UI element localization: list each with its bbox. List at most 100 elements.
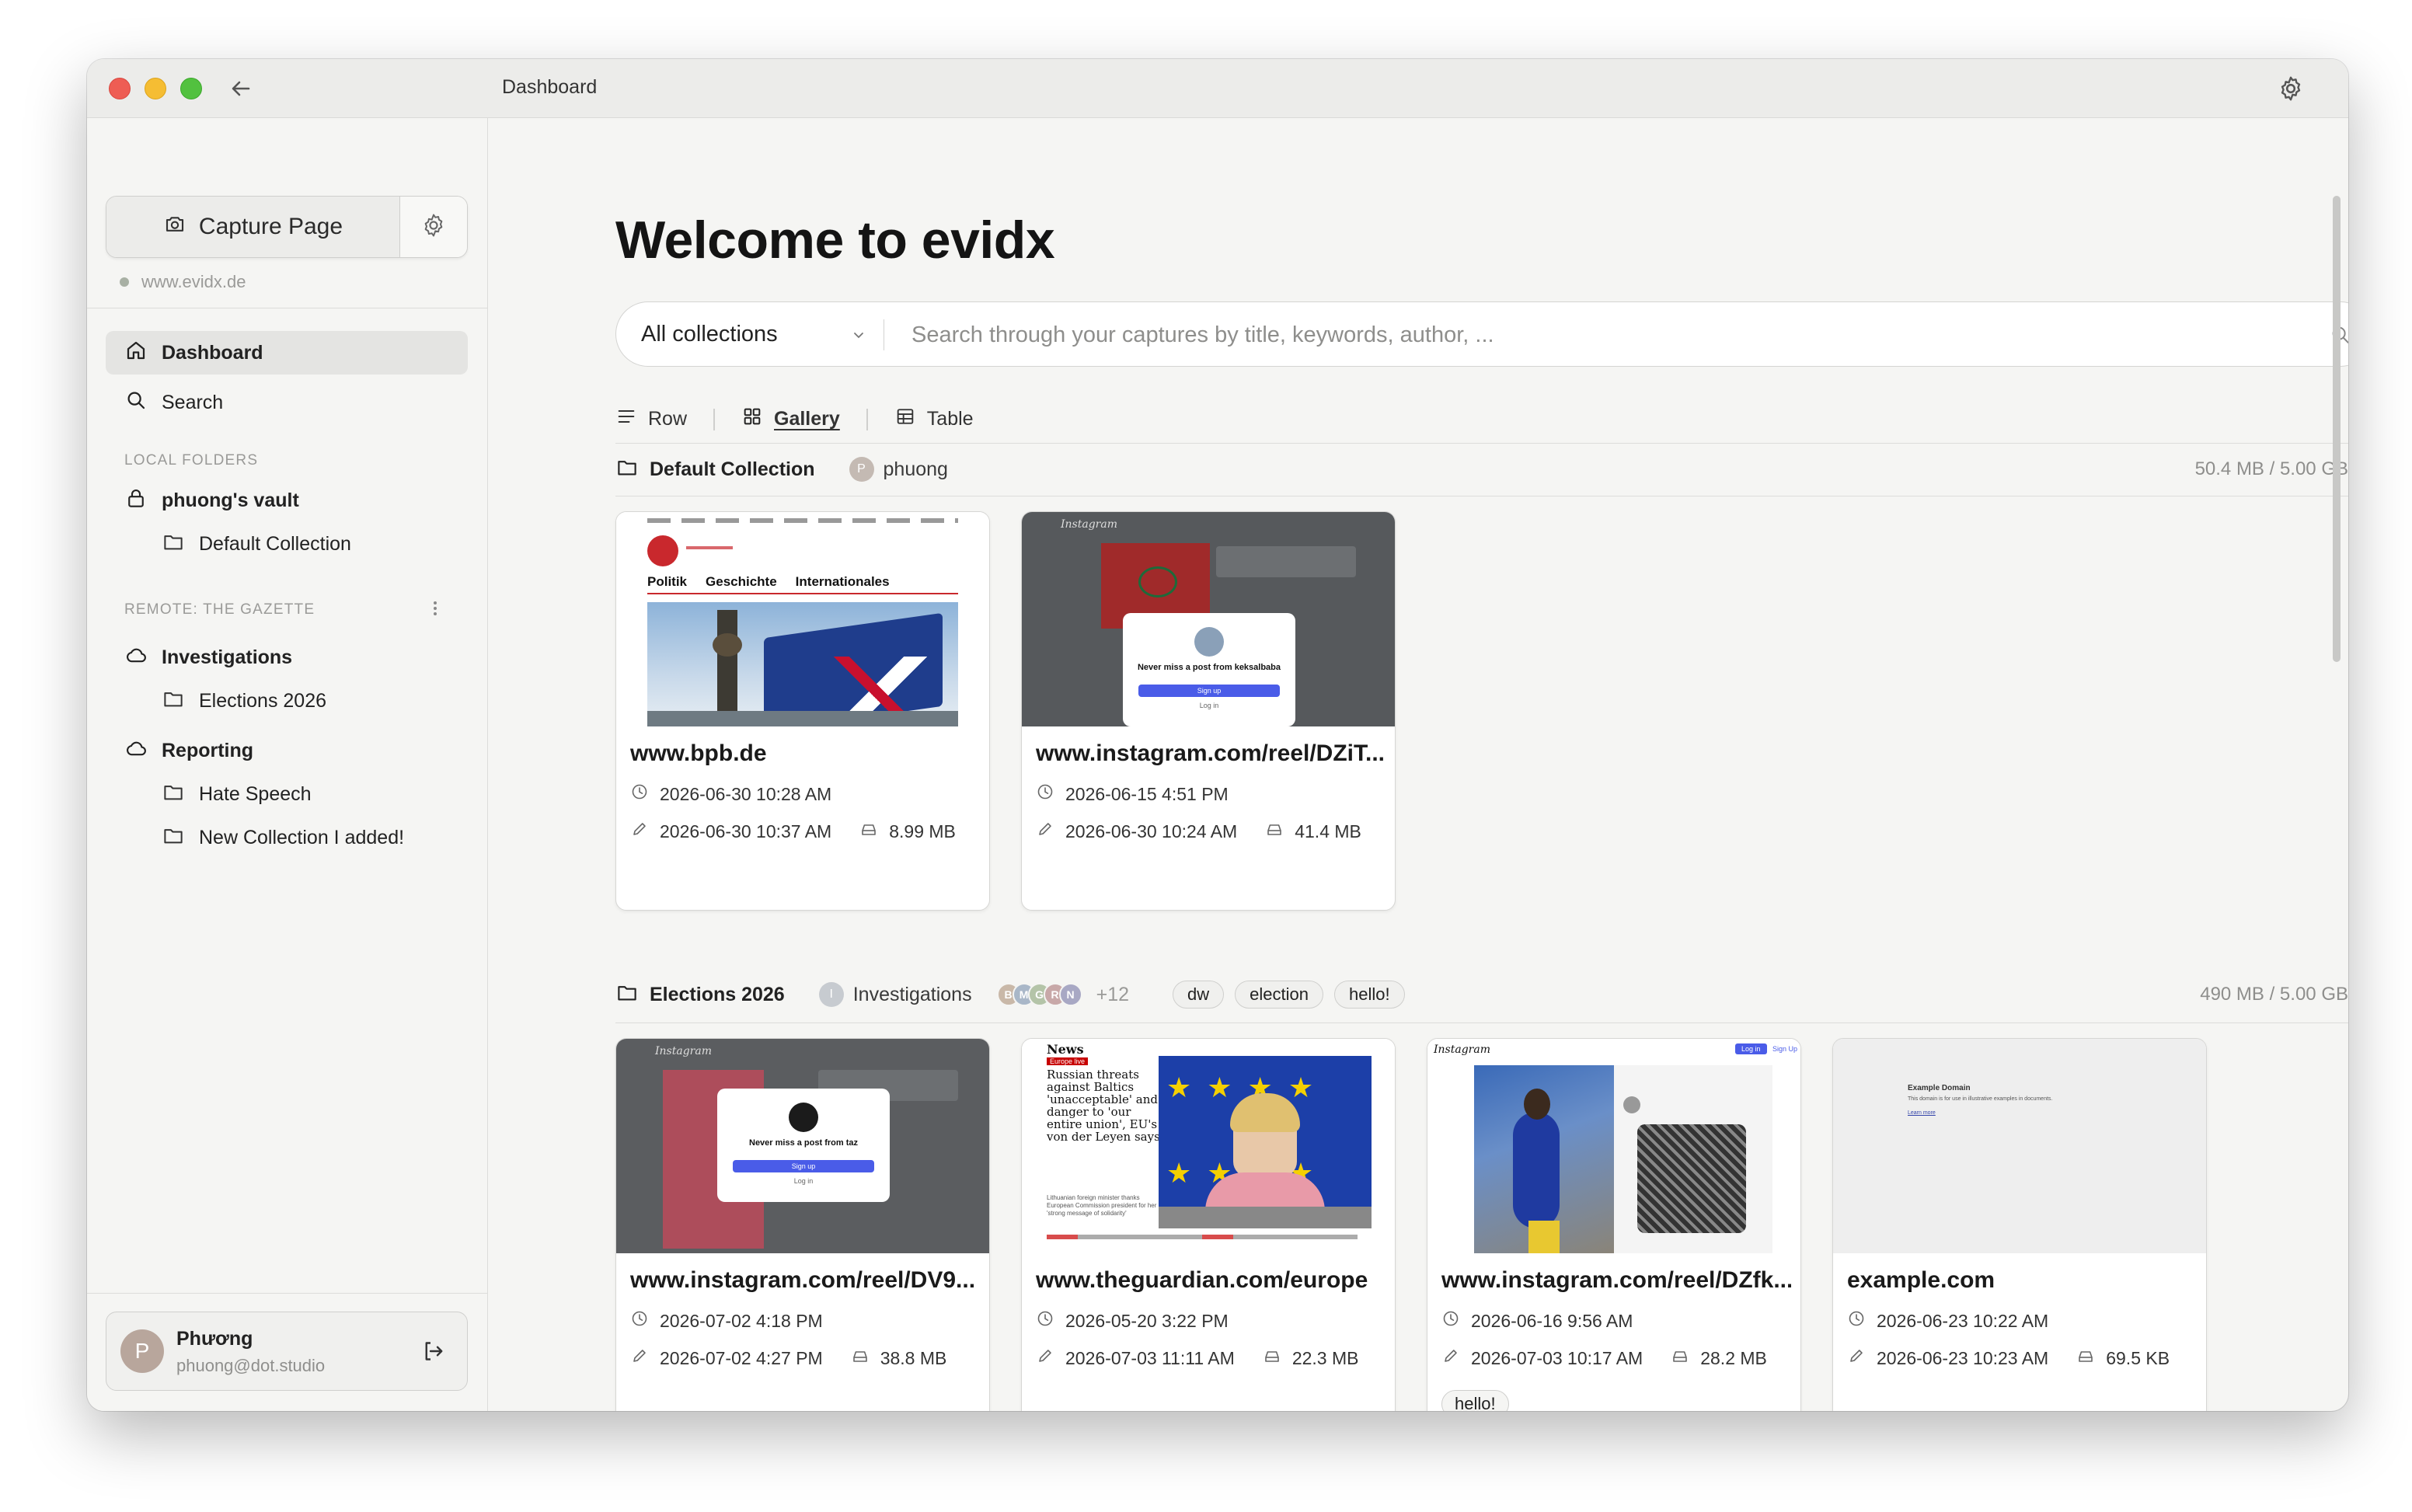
capture-group: Capture Page	[106, 196, 468, 258]
drive-icon	[859, 820, 878, 843]
scrollbar-thumb[interactable]	[2333, 196, 2341, 662]
settings-gear-icon[interactable]	[2277, 75, 2305, 103]
capture-page-label: Capture Page	[198, 214, 343, 239]
minimize-window-button[interactable]	[145, 78, 166, 99]
pencil-icon	[630, 1347, 649, 1370]
remote-reporting[interactable]: Reporting	[124, 737, 253, 765]
nav-dashboard[interactable]: Dashboard	[106, 331, 468, 375]
edited-time: 2026-06-30 10:37 AM 8.99 MB	[630, 820, 956, 843]
back-arrow-icon[interactable]	[227, 75, 255, 103]
thumb-section: News	[1047, 1042, 1084, 1057]
avatar: N	[1058, 983, 1082, 1006]
thumb-nav-item: Geschichte	[706, 574, 777, 589]
modal-prompt: Never miss a post from taz	[749, 1138, 858, 1148]
storage-usage: 50.4 MB / 5.00 GB	[2194, 458, 2348, 479]
avatar: P	[120, 1329, 164, 1373]
capture-card[interactable]: Instagram Log in Sign Up www.instagram.c…	[1427, 1038, 1801, 1411]
capture-card[interactable]: Instagram Never miss a post from taz Sig…	[615, 1038, 990, 1411]
member-avatars[interactable]: B M G R N	[996, 983, 1082, 1006]
home-icon	[124, 339, 148, 368]
capture-thumbnail: Politik Geschichte Internationales	[616, 512, 989, 726]
window-title: Dashboard	[502, 76, 598, 98]
folder-default-collection[interactable]: Default Collection	[162, 530, 351, 559]
user-card: P Phương phuong@dot.studio	[106, 1312, 468, 1391]
capture-title: www.instagram.com/reel/DV9...	[630, 1267, 976, 1293]
thumb-headline: Russian threats against Baltics 'unaccep…	[1047, 1068, 1160, 1144]
clock-icon	[1847, 1309, 1866, 1333]
search-input[interactable]	[911, 316, 2310, 354]
capture-thumbnail: Instagram Never miss a post from keksalb…	[1022, 512, 1395, 726]
nav-search[interactable]: Search	[106, 381, 468, 424]
file-size: 28.2 MB	[1671, 1347, 1767, 1370]
local-folders-heading: LOCAL FOLDERS	[124, 452, 259, 469]
modal-prompt: Never miss a post from keksalbaba	[1137, 663, 1281, 672]
drive-icon	[2076, 1347, 2095, 1370]
edited-time: 2026-07-03 11:11 AM 22.3 MB	[1036, 1347, 1358, 1370]
sidebar: Capture Page www.evidx.de Dashboard Sear…	[87, 118, 488, 1411]
avatar: I	[818, 982, 844, 1007]
vault-item[interactable]: phuong's vault	[124, 486, 299, 515]
capture-thumbnail: Instagram Log in Sign Up	[1427, 1039, 1800, 1253]
collection-name[interactable]: Elections 2026	[650, 984, 785, 1006]
edited-time: 2026-07-03 10:17 AM 28.2 MB	[1441, 1347, 1767, 1370]
collection-name[interactable]: Default Collection	[650, 458, 815, 481]
view-row-label: Row	[648, 408, 688, 430]
chevron-down-icon[interactable]	[851, 327, 866, 343]
zoom-window-button[interactable]	[180, 78, 202, 99]
remote-investigations[interactable]: Investigations	[124, 643, 292, 672]
capture-title: www.theguardian.com/europe	[1036, 1267, 1368, 1293]
logout-icon[interactable]	[419, 1337, 447, 1365]
drive-icon	[1263, 1347, 1281, 1370]
collection-owner: Investigations	[852, 983, 972, 1005]
capture-card[interactable]: Example Domain This domain is for use in…	[1832, 1038, 2207, 1411]
view-table-label: Table	[926, 408, 974, 430]
capture-title: www.instagram.com/reel/DZfk...	[1441, 1267, 1791, 1293]
signup-modal: Never miss a post from keksalbaba Sign u…	[1123, 613, 1295, 726]
captured-time: 2026-06-23 10:22 AM	[1847, 1309, 2048, 1333]
captured-time: 2026-05-20 3:22 PM	[1036, 1309, 1229, 1333]
clock-icon	[1036, 782, 1054, 806]
thumb-nav-item: Politik	[647, 574, 688, 589]
tag-chip[interactable]: dw	[1173, 981, 1225, 1009]
thumb-heading: Example Domain	[1908, 1084, 1971, 1092]
divider	[866, 408, 868, 430]
thumb-logo: Instagram	[655, 1045, 712, 1057]
modal-signup-button: Sign up	[733, 1160, 874, 1172]
capture-title: example.com	[1847, 1267, 1995, 1293]
tag-chip[interactable]: hello!	[1333, 981, 1405, 1009]
folder-label: Elections 2026	[199, 690, 327, 712]
capture-card[interactable]: Politik Geschichte Internationales www.b…	[615, 511, 990, 911]
folder-icon	[615, 455, 639, 484]
capture-settings-button[interactable]	[400, 197, 467, 257]
close-window-button[interactable]	[109, 78, 131, 99]
title-bar: Dashboard	[87, 59, 2348, 118]
folder-elections-2026[interactable]: Elections 2026	[162, 687, 326, 716]
more-options-icon[interactable]	[427, 597, 443, 620]
view-row[interactable]: Row	[615, 406, 687, 433]
capture-page-button[interactable]: Capture Page	[106, 197, 400, 257]
pencil-icon	[1036, 1347, 1054, 1370]
collection-select[interactable]: All collections	[641, 322, 778, 347]
file-size: 22.3 MB	[1263, 1347, 1358, 1370]
folder-new-collection[interactable]: New Collection I added!	[162, 824, 404, 852]
view-gallery[interactable]: Gallery	[741, 406, 840, 433]
collection-header: Default Collection P phuong	[615, 455, 948, 483]
capture-thumbnail: News Europe live Russian threats against…	[1022, 1039, 1395, 1253]
user-name: Phương	[176, 1328, 253, 1350]
cloud-icon	[124, 737, 148, 765]
view-toggle: Row Gallery Table	[615, 406, 974, 433]
file-size: 8.99 MB	[859, 820, 956, 843]
tag-chip[interactable]: hello!	[1441, 1390, 1509, 1411]
folder-hate-speech[interactable]: Hate Speech	[162, 780, 312, 809]
collection-owner: phuong	[883, 458, 948, 480]
thumb-reel-side	[1614, 1065, 1772, 1253]
capture-card[interactable]: Instagram Never miss a post from keksalb…	[1021, 511, 1396, 911]
clock-icon	[1036, 1309, 1054, 1333]
capture-card[interactable]: News Europe live Russian threats against…	[1021, 1038, 1396, 1411]
view-gallery-label: Gallery	[774, 408, 840, 430]
view-table[interactable]: Table	[894, 406, 974, 433]
nav-search-label: Search	[162, 391, 224, 413]
thumb-body: This domain is for use in illustrative e…	[1908, 1096, 2053, 1102]
edited-time: 2026-06-23 10:23 AM 69.5 KB	[1847, 1347, 2170, 1370]
tag-chip[interactable]: election	[1235, 981, 1323, 1009]
